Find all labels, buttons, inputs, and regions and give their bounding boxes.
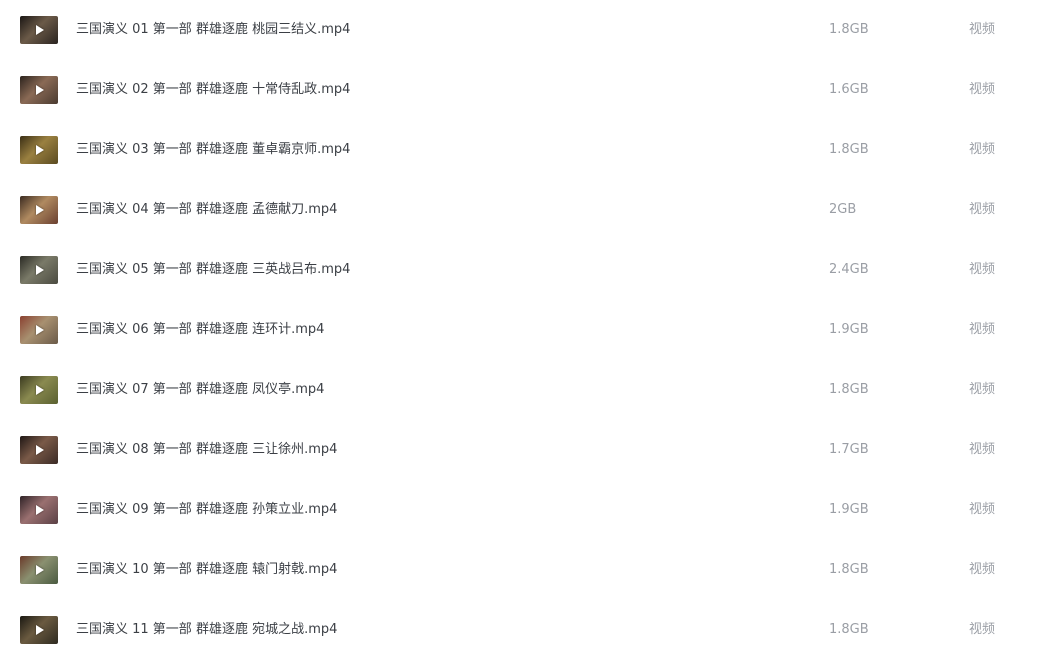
file-row[interactable]: 三国演义 10 第一部 群雄逐鹿 辕门射戟.mp4 1.8GB 视频 (0, 540, 1056, 600)
file-size: 1.8GB (829, 562, 869, 577)
file-row[interactable]: 三国演义 03 第一部 群雄逐鹿 董卓霸京师.mp4 1.8GB 视频 (0, 120, 1056, 180)
file-name[interactable]: 三国演义 06 第一部 群雄逐鹿 连环计.mp4 (76, 321, 324, 339)
video-thumbnail[interactable] (20, 616, 58, 644)
file-name[interactable]: 三国演义 05 第一部 群雄逐鹿 三英战吕布.mp4 (76, 261, 350, 279)
play-icon (36, 265, 44, 275)
play-icon (36, 145, 44, 155)
file-type: 视频 (969, 142, 996, 157)
play-icon (36, 505, 44, 515)
file-name[interactable]: 三国演义 04 第一部 群雄逐鹿 孟德献刀.mp4 (76, 201, 337, 219)
play-icon (36, 25, 44, 35)
file-row[interactable]: 三国演义 08 第一部 群雄逐鹿 三让徐州.mp4 1.7GB 视频 (0, 420, 1056, 480)
file-type: 视频 (969, 22, 996, 37)
file-name[interactable]: 三国演义 01 第一部 群雄逐鹿 桃园三结义.mp4 (76, 21, 350, 39)
video-thumbnail[interactable] (20, 376, 58, 404)
file-type: 视频 (969, 262, 996, 277)
file-row[interactable]: 三国演义 01 第一部 群雄逐鹿 桃园三结义.mp4 1.8GB 视频 (0, 0, 1056, 60)
file-name[interactable]: 三国演义 08 第一部 群雄逐鹿 三让徐州.mp4 (76, 441, 337, 459)
file-size: 1.8GB (829, 382, 869, 397)
file-name[interactable]: 三国演义 11 第一部 群雄逐鹿 宛城之战.mp4 (76, 621, 337, 639)
file-row[interactable]: 三国演义 09 第一部 群雄逐鹿 孙策立业.mp4 1.9GB 视频 (0, 480, 1056, 540)
play-icon (36, 325, 44, 335)
file-list: 三国演义 01 第一部 群雄逐鹿 桃园三结义.mp4 1.8GB 视频 三国演义… (0, 0, 1056, 651)
file-size: 1.8GB (829, 22, 869, 37)
video-thumbnail[interactable] (20, 16, 58, 44)
file-size: 1.9GB (829, 502, 869, 517)
video-thumbnail[interactable] (20, 496, 58, 524)
video-thumbnail[interactable] (20, 556, 58, 584)
file-size: 1.8GB (829, 622, 869, 637)
file-row[interactable]: 三国演义 11 第一部 群雄逐鹿 宛城之战.mp4 1.8GB 视频 (0, 600, 1056, 660)
file-type: 视频 (969, 322, 996, 337)
play-icon (36, 565, 44, 575)
file-type: 视频 (969, 442, 996, 457)
play-icon (36, 85, 44, 95)
file-row[interactable]: 三国演义 02 第一部 群雄逐鹿 十常侍乱政.mp4 1.6GB 视频 (0, 60, 1056, 120)
file-row[interactable]: 三国演义 06 第一部 群雄逐鹿 连环计.mp4 1.9GB 视频 (0, 300, 1056, 360)
play-icon (36, 445, 44, 455)
video-thumbnail[interactable] (20, 316, 58, 344)
play-icon (36, 625, 44, 635)
file-row[interactable]: 三国演义 05 第一部 群雄逐鹿 三英战吕布.mp4 2.4GB 视频 (0, 240, 1056, 300)
video-thumbnail[interactable] (20, 256, 58, 284)
video-thumbnail[interactable] (20, 196, 58, 224)
file-size: 1.8GB (829, 142, 869, 157)
play-icon (36, 205, 44, 215)
file-name[interactable]: 三国演义 07 第一部 群雄逐鹿 凤仪亭.mp4 (76, 381, 324, 399)
file-name[interactable]: 三国演义 09 第一部 群雄逐鹿 孙策立业.mp4 (76, 501, 337, 519)
file-type: 视频 (969, 202, 996, 217)
file-size: 1.7GB (829, 442, 869, 457)
file-size: 2.4GB (829, 262, 869, 277)
video-thumbnail[interactable] (20, 76, 58, 104)
file-name[interactable]: 三国演义 03 第一部 群雄逐鹿 董卓霸京师.mp4 (76, 141, 350, 159)
file-type: 视频 (969, 622, 996, 637)
video-thumbnail[interactable] (20, 136, 58, 164)
file-row[interactable]: 三国演义 04 第一部 群雄逐鹿 孟德献刀.mp4 2GB 视频 (0, 180, 1056, 240)
file-type: 视频 (969, 382, 996, 397)
play-icon (36, 385, 44, 395)
file-name[interactable]: 三国演义 10 第一部 群雄逐鹿 辕门射戟.mp4 (76, 561, 337, 579)
file-row[interactable]: 三国演义 07 第一部 群雄逐鹿 凤仪亭.mp4 1.8GB 视频 (0, 360, 1056, 420)
file-size: 1.6GB (829, 82, 869, 97)
file-name[interactable]: 三国演义 02 第一部 群雄逐鹿 十常侍乱政.mp4 (76, 81, 350, 99)
video-thumbnail[interactable] (20, 436, 58, 464)
file-size: 2GB (829, 202, 857, 217)
file-type: 视频 (969, 562, 996, 577)
file-type: 视频 (969, 82, 996, 97)
file-size: 1.9GB (829, 322, 869, 337)
file-type: 视频 (969, 502, 996, 517)
